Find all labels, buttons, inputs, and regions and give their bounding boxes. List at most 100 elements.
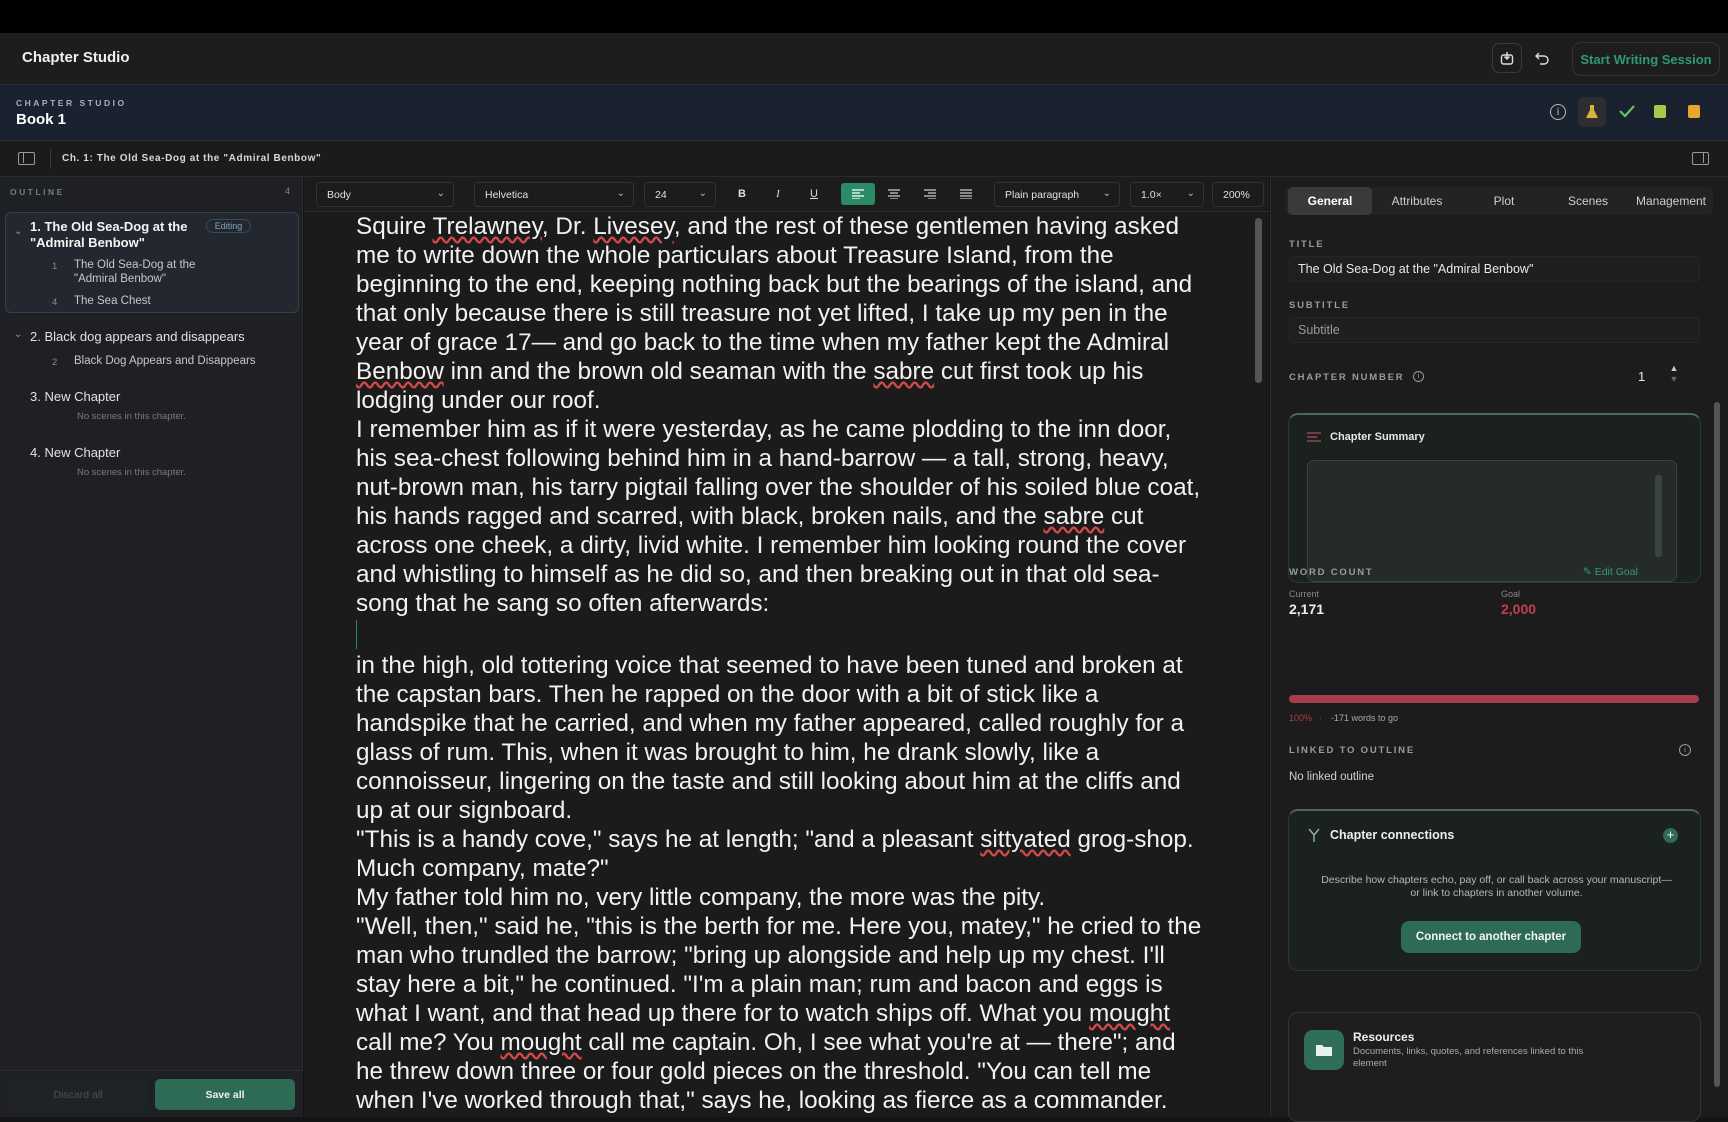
chapter-summary-card: Chapter Summary [1288, 413, 1701, 583]
chapter-1-label[interactable]: 1. The Old Sea-Dog at the "Admiral Benbo… [30, 219, 205, 251]
title-field[interactable]: The Old Sea-Dog at the "Admiral Benbow" [1289, 256, 1700, 282]
align-right-icon [924, 189, 936, 199]
word-count-label: WORD COUNT [1289, 567, 1374, 578]
justify-button[interactable] [954, 183, 978, 205]
tab-management[interactable]: Management [1630, 187, 1712, 215]
title-label: TITLE [1289, 239, 1325, 250]
zoom-select[interactable]: 200% [1212, 182, 1264, 207]
chevron-down-icon[interactable]: ▼ [1670, 374, 1679, 384]
misspelled-word[interactable]: mought [1089, 1000, 1170, 1027]
chapter-3-label[interactable]: 3. New Chapter [30, 389, 120, 404]
scene-item[interactable]: The Old Sea-Dog at the "Admiral Benbow" [74, 258, 224, 286]
tab-general[interactable]: General [1288, 187, 1372, 215]
manuscript-editor[interactable]: Squire Trelawney, Dr. Livesey, and the r… [304, 212, 1269, 1117]
tab-plot[interactable]: Plot [1462, 187, 1546, 215]
discard-all-button[interactable]: Discard all [8, 1079, 148, 1110]
connect-chapter-button[interactable]: Connect to another chapter [1401, 921, 1581, 953]
chapter-connections-description: Describe how chapters echo, pay off, or … [1321, 874, 1672, 899]
info-icon[interactable]: i [1413, 371, 1424, 382]
tab-scenes[interactable]: Scenes [1549, 187, 1627, 215]
subtitle-field[interactable]: Subtitle [1289, 317, 1700, 343]
edit-goal-button[interactable]: ✎ Edit Goal [1583, 566, 1638, 578]
chevron-up-icon[interactable]: ▲ [1670, 363, 1679, 373]
text-cursor [356, 620, 357, 649]
justify-icon [960, 189, 972, 199]
info-icon[interactable]: i [1679, 744, 1691, 756]
scene-number: 1 [52, 261, 58, 272]
block-type-value: Plain paragraph [1005, 188, 1080, 201]
words-to-go: -171 words to go [1331, 713, 1399, 723]
toggle-right-panel-icon[interactable] [1692, 152, 1709, 165]
save-all-button[interactable]: Save all [155, 1079, 295, 1110]
panel-tabs: General Attributes Plot Scenes Managemen… [1285, 187, 1713, 215]
paragraph: "This is a handy cove," says he at lengt… [356, 825, 1206, 883]
progress-separator: · [1319, 713, 1322, 723]
add-connection-icon[interactable]: + [1663, 828, 1678, 843]
chevron-down-icon: ⌄ [698, 188, 707, 199]
breadcrumb-bar: Ch. 1: The Old Sea-Dog at the "Admiral B… [0, 141, 1728, 177]
font-family-select[interactable]: Helvetica ⌄ [474, 182, 634, 207]
line-spacing-select[interactable]: 1.0× ⌄ [1130, 182, 1204, 207]
underline-button[interactable]: U [802, 183, 826, 205]
chapter-summary-input[interactable] [1307, 460, 1677, 582]
outline-heading: OUTLINE [10, 187, 65, 197]
misspelled-word[interactable]: Trelawney [433, 213, 542, 240]
goal-word-count: 2,000 [1501, 601, 1537, 617]
chapter-2-label[interactable]: 2. Black dog appears and disappears [30, 329, 245, 344]
green-square-icon[interactable] [1654, 105, 1666, 118]
text-run: , Dr. [541, 213, 594, 240]
zoom-value: 200% [1223, 188, 1250, 201]
toggle-sidebar-icon[interactable] [18, 152, 35, 165]
chapter-connections-card: Chapter connections + Describe how chapt… [1288, 809, 1701, 971]
misspelled-word[interactable]: Livesey [593, 213, 674, 240]
subtitle-label: SUBTITLE [1289, 300, 1350, 311]
sidebar-footer: Discard all Save all [0, 1070, 303, 1117]
flask-icon[interactable] [1578, 97, 1606, 127]
edit-goal-label: Edit Goal [1594, 566, 1638, 578]
italic-button[interactable]: I [766, 183, 790, 205]
scene-item[interactable]: The Sea Chest [74, 294, 151, 308]
chapter-connections-title: Chapter connections [1330, 828, 1455, 842]
scene-item[interactable]: Black Dog Appears and Disappears [74, 354, 256, 368]
bold-button[interactable]: B [730, 183, 754, 205]
scene-number: 4 [52, 297, 58, 308]
align-center-button[interactable] [882, 183, 906, 205]
chapter-4-label[interactable]: 4. New Chapter [30, 445, 120, 460]
number-stepper[interactable]: ▲ ▼ [1666, 363, 1682, 387]
scene-number: 2 [52, 357, 58, 368]
app-header: Chapter Studio Start Writing Session [0, 33, 1728, 85]
font-size-select[interactable]: 24 ⌄ [644, 182, 716, 207]
misspelled-word[interactable]: sittyated [980, 826, 1071, 853]
info-icon[interactable]: i [1550, 104, 1566, 120]
align-left-icon [852, 189, 864, 199]
orange-square-icon[interactable] [1688, 105, 1700, 118]
panel-scrollbar[interactable] [1714, 402, 1720, 1087]
undo-icon[interactable] [1527, 43, 1557, 73]
chevron-down-icon: ⌄ [436, 188, 445, 199]
chevron-down-icon: ⌄ [1186, 188, 1195, 199]
chevron-down-icon[interactable]: ⌄ [14, 226, 22, 237]
chapter-number-value[interactable]: 1 [1638, 369, 1645, 384]
misspelled-word[interactable]: sabre [873, 358, 934, 385]
misspelled-word[interactable]: sabre [1043, 503, 1104, 530]
editor-scrollbar[interactable] [1255, 218, 1262, 383]
check-icon[interactable] [1618, 103, 1636, 124]
misspelled-word[interactable]: Benbow [356, 358, 444, 385]
tab-attributes[interactable]: Attributes [1375, 187, 1459, 215]
paragraph-style-select[interactable]: Body ⌄ [316, 182, 454, 207]
resources-title: Resources [1353, 1030, 1415, 1044]
chevron-down-icon[interactable]: ⌄ [14, 329, 22, 340]
goal-label: Goal [1501, 589, 1521, 599]
outline-count: 4 [284, 186, 290, 196]
align-left-button[interactable] [841, 183, 875, 205]
window-top-bar [0, 0, 1728, 33]
manuscript-text[interactable]: Squire Trelawney, Dr. Livesey, and the r… [356, 212, 1206, 1115]
align-right-button[interactable] [918, 183, 942, 205]
empty-scenes-note: No scenes in this chapter. [77, 411, 186, 422]
export-icon[interactable] [1492, 43, 1522, 73]
block-type-select[interactable]: Plain paragraph ⌄ [994, 182, 1120, 207]
misspelled-word[interactable]: mought [501, 1029, 582, 1056]
summary-scrollbar[interactable] [1655, 475, 1662, 557]
start-writing-session-button[interactable]: Start Writing Session [1572, 42, 1720, 76]
format-toolbar: Body ⌄ Helvetica ⌄ 24 ⌄ B I U Plain paragra… [304, 177, 1269, 212]
